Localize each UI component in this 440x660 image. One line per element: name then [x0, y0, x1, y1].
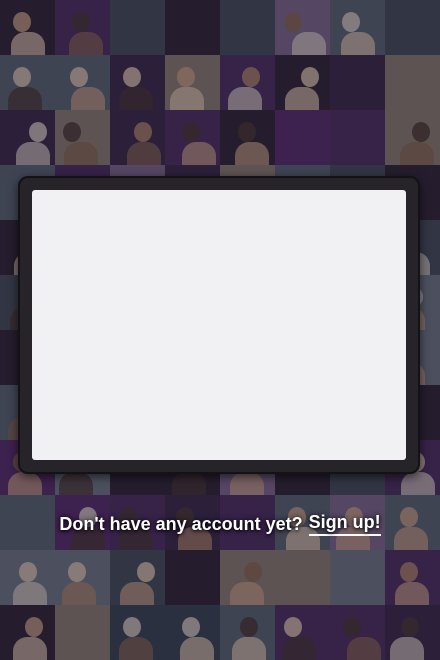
login-dialog-panel	[32, 190, 406, 460]
signup-prompt: Don't have any account yet? Sign up!	[0, 506, 440, 542]
signup-prompt-text: Don't have any account yet?	[59, 513, 303, 534]
login-dialog-frame	[18, 176, 420, 474]
signup-link[interactable]: Sign up!	[308, 512, 381, 536]
